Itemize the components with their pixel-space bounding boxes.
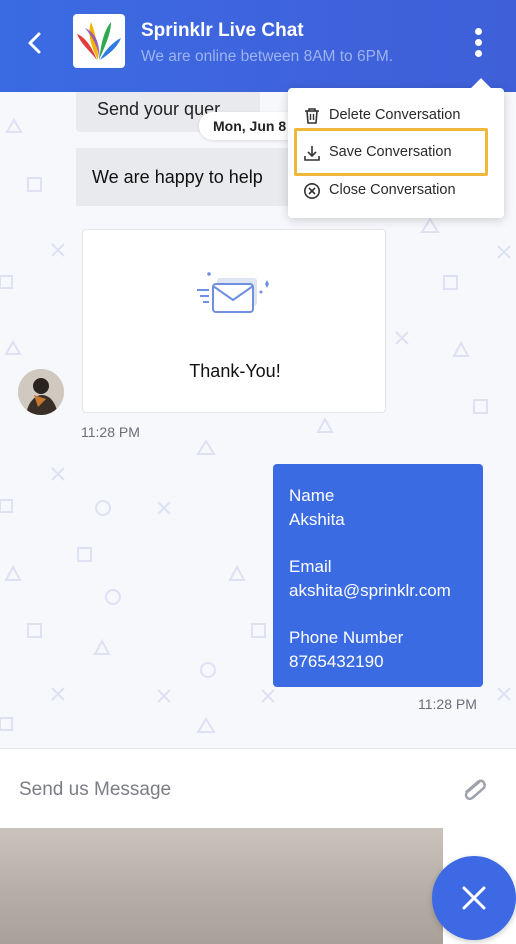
menu-item-save-conversation[interactable]: Save Conversation <box>288 135 504 171</box>
message-composer <box>0 748 516 828</box>
message-timestamp: 11:28 PM <box>81 424 140 440</box>
kebab-dot <box>474 50 482 57</box>
avatar <box>18 369 64 415</box>
menu-item-label: Close Conversation <box>329 182 456 198</box>
message-timestamp: 11:28 PM <box>418 696 477 712</box>
menu-item-label: Save Conversation <box>329 144 452 160</box>
message-input[interactable] <box>19 775 439 805</box>
close-icon <box>462 886 486 910</box>
close-chat-fab[interactable] <box>432 856 516 940</box>
email-value: akshita@sprinklr.com <box>289 581 451 600</box>
email-label: Email <box>289 557 332 576</box>
name-label: Name <box>289 486 335 505</box>
trash-icon <box>305 108 319 124</box>
attach-button[interactable] <box>460 773 488 805</box>
user-message: Name Akshita Email akshita@sprinklr.com … <box>273 464 483 687</box>
chat-header: Sprinklr Live Chat We are online between… <box>0 0 516 92</box>
paperclip-icon <box>464 779 486 801</box>
kebab-dot <box>474 28 482 35</box>
envelope-icon <box>197 272 269 313</box>
host-page-background <box>0 828 443 944</box>
options-menu: Delete Conversation Save Conversation Cl… <box>288 88 504 218</box>
thank-you-text: Thank-You! <box>189 361 281 381</box>
chevron-left-icon <box>28 32 41 54</box>
menu-item-close-conversation[interactable]: Close Conversation <box>288 173 504 209</box>
chat-subtitle: We are online between 8AM to 6PM. <box>141 48 394 65</box>
menu-item-label: Delete Conversation <box>329 107 461 123</box>
close-circle-icon <box>304 183 320 199</box>
kebab-dot <box>474 39 482 46</box>
name-value: Akshita <box>289 510 345 529</box>
phone-label: Phone Number <box>289 628 404 647</box>
phone-value: 8765432190 <box>289 652 384 671</box>
sprinklr-logo <box>73 14 125 68</box>
chat-title: Sprinklr Live Chat <box>141 20 304 41</box>
thank-you-card: Thank-You! <box>82 229 386 413</box>
more-options-button[interactable] <box>468 28 488 64</box>
date-chip: Mon, Jun 8 <box>199 112 301 140</box>
download-icon <box>304 146 320 161</box>
menu-item-delete-conversation[interactable]: Delete Conversation <box>288 98 504 134</box>
bot-message: We are happy to help <box>76 148 288 206</box>
back-button[interactable] <box>20 28 50 58</box>
